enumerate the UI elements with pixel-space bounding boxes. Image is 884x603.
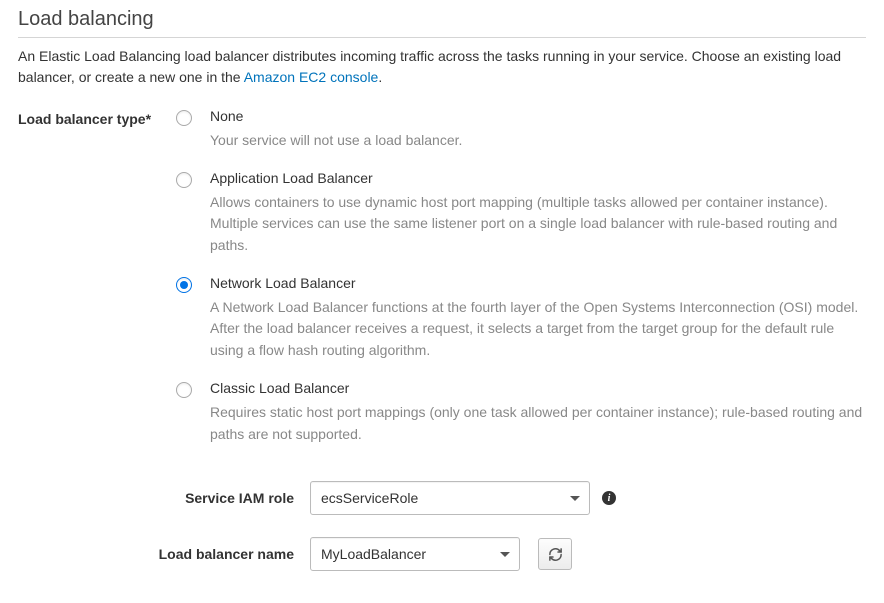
radio-option-nlb[interactable]: Network Load Balancer A Network Load Bal… [176, 275, 866, 362]
radio-desc: Your service will not use a load balance… [210, 130, 866, 152]
service-iam-role-label: Service IAM role [18, 490, 310, 506]
radio-option-alb[interactable]: Application Load Balancer Allows contain… [176, 170, 866, 257]
load-balancer-type-field: Load balancer type* None Your service wi… [18, 108, 866, 449]
service-iam-role-select[interactable]: ecsServiceRole [310, 481, 590, 515]
radio-title: Network Load Balancer [210, 275, 866, 291]
load-balancer-name-row: Load balancer name MyLoadBalancer [18, 537, 866, 571]
info-icon[interactable]: i [602, 491, 616, 505]
radio-desc: Requires static host port mappings (only… [210, 402, 866, 445]
section-divider [18, 37, 866, 38]
ec2-console-link[interactable]: Amazon EC2 console [244, 69, 379, 85]
radio-title: None [210, 108, 866, 124]
load-balancer-type-label: Load balancer type* [18, 108, 176, 128]
radio-desc: A Network Load Balancer functions at the… [210, 297, 866, 362]
service-iam-role-row: Service IAM role ecsServiceRole i [18, 481, 866, 515]
intro-text-pre: An Elastic Load Balancing load balancer … [18, 48, 841, 85]
radio-icon [176, 382, 192, 398]
section-title: Load balancing [18, 8, 866, 31]
radio-title: Classic Load Balancer [210, 380, 866, 396]
section-intro: An Elastic Load Balancing load balancer … [18, 46, 866, 88]
radio-option-none[interactable]: None Your service will not use a load ba… [176, 108, 866, 152]
radio-icon [176, 110, 192, 126]
radio-icon-selected [176, 277, 192, 293]
radio-option-clb[interactable]: Classic Load Balancer Requires static ho… [176, 380, 866, 445]
radio-icon [176, 172, 192, 188]
refresh-button[interactable] [538, 538, 572, 570]
load-balancer-name-label: Load balancer name [18, 546, 310, 562]
refresh-icon [548, 547, 563, 562]
intro-text-post: . [378, 69, 382, 85]
radio-desc: Allows containers to use dynamic host po… [210, 192, 866, 257]
load-balancer-name-select[interactable]: MyLoadBalancer [310, 537, 520, 571]
radio-title: Application Load Balancer [210, 170, 866, 186]
